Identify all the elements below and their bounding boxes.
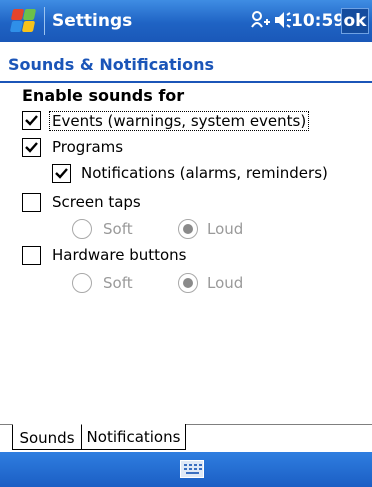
hardware-buttons-loud-radio[interactable] xyxy=(178,273,198,293)
notifications-label[interactable]: Notifications (alarms, reminders) xyxy=(81,164,328,182)
screen-taps-soft-label[interactable]: Soft xyxy=(103,220,133,238)
hardware-buttons-soft-radio[interactable] xyxy=(72,273,92,293)
hardware-buttons-loud-label[interactable]: Loud xyxy=(207,274,243,292)
tab-sounds[interactable]: Sounds xyxy=(12,424,82,450)
start-menu-windows-icon[interactable] xyxy=(9,8,37,34)
clock-time[interactable]: 10:59 xyxy=(291,11,345,31)
ok-button[interactable]: ok xyxy=(341,8,369,34)
screen-taps-checkbox[interactable] xyxy=(22,193,41,212)
programs-label[interactable]: Programs xyxy=(52,138,123,156)
screen-taps-loud-radio[interactable] xyxy=(178,219,198,239)
hardware-buttons-soft-label[interactable]: Soft xyxy=(103,274,133,292)
tab-strip: Sounds Notifications xyxy=(0,424,372,453)
page-subtitle: Sounds & Notifications xyxy=(8,55,215,74)
connectivity-icon[interactable] xyxy=(248,10,272,36)
app-title: Settings xyxy=(52,11,133,31)
programs-checkbox[interactable] xyxy=(22,138,41,157)
notifications-checkbox[interactable] xyxy=(52,164,71,183)
section-heading: Enable sounds for xyxy=(22,86,185,105)
hardware-buttons-label[interactable]: Hardware buttons xyxy=(52,246,186,264)
subtitle-divider xyxy=(0,81,372,83)
screen-taps-label[interactable]: Screen taps xyxy=(52,193,141,211)
events-label[interactable]: Events (warnings, system events) xyxy=(49,111,310,131)
menu-bar xyxy=(0,452,372,487)
screen-taps-soft-radio[interactable] xyxy=(72,219,92,239)
screen-taps-loud-label[interactable]: Loud xyxy=(207,220,243,238)
title-bar: Settings 10:59 ok xyxy=(0,0,372,42)
tab-notifications[interactable]: Notifications xyxy=(82,424,186,450)
radio-selected-dot xyxy=(183,278,193,288)
events-checkbox[interactable] xyxy=(22,111,41,130)
keyboard-icon[interactable] xyxy=(180,460,204,478)
radio-selected-dot xyxy=(183,224,193,234)
volume-speaker-icon[interactable] xyxy=(273,9,293,36)
hardware-buttons-checkbox[interactable] xyxy=(22,246,41,265)
title-separator xyxy=(44,7,45,35)
